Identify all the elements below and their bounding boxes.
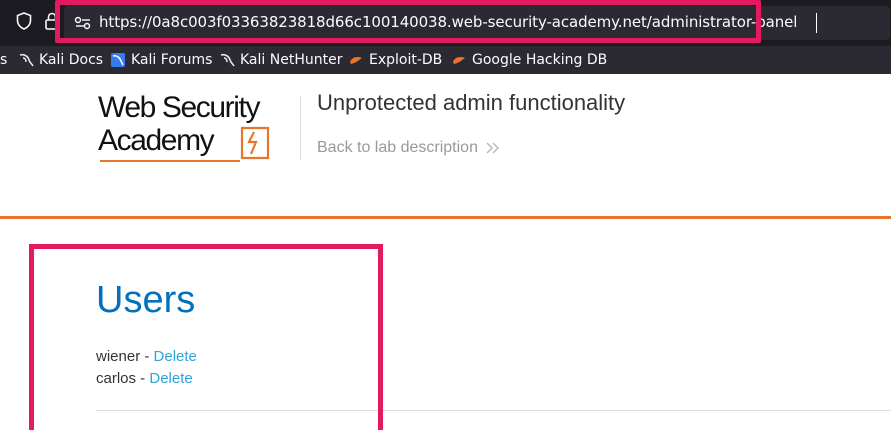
tracking-shield-icon[interactable]	[16, 12, 32, 35]
double-chevron-right-icon	[486, 142, 500, 154]
bookmark-kali-forums[interactable]: Kali Forums	[110, 50, 212, 70]
exploit-db-icon	[453, 57, 465, 64]
kali-dragon-icon	[220, 53, 235, 67]
logo-text-line1: Web Security	[98, 91, 260, 124]
header-divider	[300, 96, 301, 160]
users-highlight-box	[29, 244, 383, 430]
back-link-label: Back to lab description	[317, 139, 478, 156]
bookmark-label: Kali Docs	[39, 52, 104, 68]
bookmark-kali-nethunter[interactable]: Kali NetHunter	[219, 50, 342, 70]
bookmark-google-hacking-db[interactable]: Google Hacking DB	[451, 50, 607, 70]
bookmark-overflow[interactable]: s	[0, 50, 7, 70]
text-caret	[816, 13, 817, 33]
logo-bolt-icon	[240, 126, 270, 165]
kali-dragon-icon	[19, 53, 34, 67]
bookmark-kali-docs[interactable]: Kali Docs	[18, 50, 103, 70]
bookmark-label: Kali Forums	[131, 52, 213, 68]
logo-text-line2: Academy	[98, 124, 215, 157]
header-rule	[0, 216, 891, 219]
bookmark-label: s	[0, 52, 8, 68]
bookmarks-toolbar: s Kali Docs Kali Forums Kali NetHunter E…	[0, 46, 891, 74]
url-highlight-box	[55, 0, 761, 43]
kali-forums-icon	[111, 53, 125, 67]
bookmark-label: Exploit-DB	[369, 52, 443, 68]
lab-title: Unprotected admin functionality	[317, 90, 626, 115]
url-toolbar: https://0a8c003f03363823818d66c100140038…	[0, 0, 891, 46]
exploit-db-icon	[350, 57, 362, 64]
back-to-lab-description-link[interactable]: Back to lab description	[317, 139, 500, 157]
bookmark-exploit-db[interactable]: Exploit-DB	[348, 50, 442, 70]
logo-underline	[100, 160, 240, 162]
web-security-academy-logo[interactable]: Web Security Academy	[98, 92, 298, 168]
bookmark-label: Kali NetHunter	[240, 52, 343, 68]
bookmark-label: Google Hacking DB	[472, 52, 608, 68]
